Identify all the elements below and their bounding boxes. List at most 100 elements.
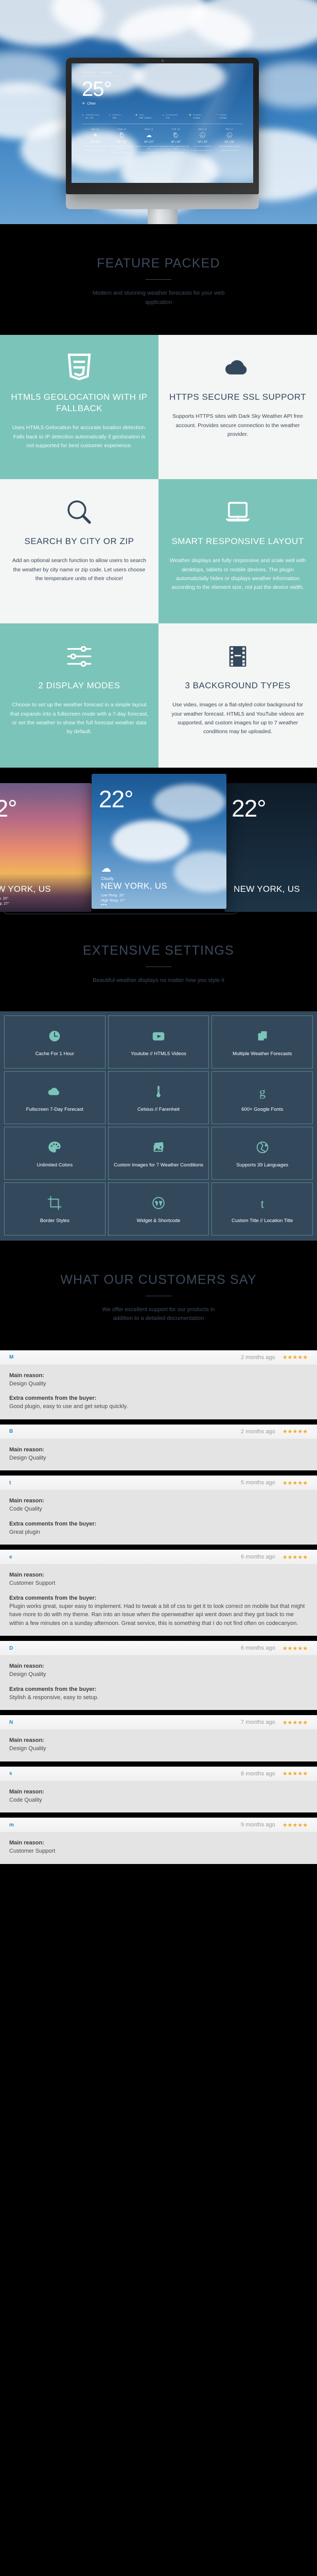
forecast-day-meta: Cloudiness 6.7% | Humidity 75%	[167, 151, 185, 154]
weather-stat-value: 21° | 29°	[85, 116, 94, 119]
testimonial-body: Main reason: Design Quality Extra commen…	[0, 1656, 317, 1710]
mobile-weather-card: 22° 🌤 Mist NEW YORK, US Low Temp. 20° Hi…	[0, 783, 92, 912]
testimonial-comment-label: Extra comments from the buyer:	[9, 1595, 97, 1601]
testimonial-header: s 8 months ago ★★★★★	[0, 1766, 317, 1782]
weather-stat-icon: ☁	[162, 114, 164, 116]
forecast-day-temp: 18° | 24°	[171, 140, 181, 144]
weather-stat-value: 17%	[165, 116, 170, 119]
setting-label: Celsius // Farenheit	[137, 1106, 180, 1112]
cloud-icon	[47, 1082, 62, 1101]
weather-forecast-days: SAT 12 ☀ 20° | 28° CLEAR THROUGHOUT THE …	[82, 128, 243, 154]
weather-forecast-day: THU 17 🌧 16° | 19° RAIN THROUGHOUT THE D…	[216, 128, 243, 154]
testimonial-user[interactable]: s	[9, 1771, 12, 1776]
feature-card: HTTPS SECURE SSL SUPPORT Supports HTTPS …	[158, 335, 317, 480]
html5-icon	[64, 348, 94, 387]
testimonial-user[interactable]: B	[9, 1429, 13, 1434]
testimonial-meta: 9 months ago ★★★★★	[241, 1822, 308, 1828]
testimonial-card: D 6 months ago ★★★★★ Main reason: Design…	[0, 1641, 317, 1710]
layers-icon	[255, 1026, 270, 1046]
testimonial-header: B 2 months ago ★★★★★	[0, 1424, 317, 1439]
testimonial-card: B 2 months ago ★★★★★ Main reason: Design…	[0, 1424, 317, 1471]
forecast-day-temp: 19° | 27°	[144, 140, 154, 144]
weather-forecast-day: SAT 12 ☀ 20° | 28° CLEAR THROUGHOUT THE …	[82, 128, 109, 154]
forecast-day-meta: Cloudiness 8.2% | Humidity 68%	[113, 151, 131, 154]
forecast-day-description: MOSTLY CLOUDY THROUGHOUT THE DAY.	[163, 145, 189, 149]
testimonial-comment-value: Stylish & responsive, easy to setup.	[9, 1694, 99, 1701]
testimonial-user[interactable]: m	[9, 1822, 14, 1828]
setting-card: Border Styles	[4, 1182, 105, 1235]
mobile-condition: Cloudy	[101, 876, 114, 882]
forecast-day-description: MOSTLY CLOUDY THROUGHOUT THE DAY.	[136, 145, 162, 149]
weather-stat: ☁ CLOUDINESS 17%	[163, 114, 189, 119]
testimonial-reason-label: Main reason:	[9, 1840, 44, 1846]
search-icon	[64, 493, 94, 532]
film-icon	[223, 637, 253, 676]
testimonial-user[interactable]: N	[9, 1720, 13, 1725]
testimonial-user[interactable]: D	[9, 1646, 13, 1651]
weather-stat-value: 4:07pm	[220, 116, 227, 119]
globe-icon	[255, 1138, 270, 1157]
testimonial-meta: 2 months ago ★★★★★	[241, 1428, 308, 1435]
forecast-day-temp: 18° | 23°	[198, 140, 208, 144]
testimonial-user[interactable]: M	[9, 1354, 13, 1360]
feature-packed-band: FEATURE PACKED Modern and stunning weath…	[0, 224, 317, 335]
testimonial-timestamp: 2 months ago	[241, 1354, 275, 1361]
weather-location: TOKYO, JAPAN	[82, 72, 113, 75]
weather-stat-label: CLOUDINESS	[165, 114, 178, 116]
feature-description: Supports HTTPS sites with Dark Sky Weath…	[172, 413, 303, 437]
testimonial-header: t 5 months ago ★★★★★	[0, 1476, 317, 1491]
feature-title: 3 BACKGROUND TYPES	[185, 681, 291, 691]
testimonial-user[interactable]: t	[9, 1480, 11, 1486]
testimonial-reason-value: Customer Support	[9, 1848, 56, 1855]
star-rating-icon: ★★★★★	[282, 1354, 308, 1361]
testimonial-reason-value: Design Quality	[9, 1671, 46, 1678]
forecast-day-name: MON 14	[144, 128, 153, 130]
weather-stat: 🌡 TEMPERATURE 21° | 29°	[82, 114, 109, 119]
weather-stats: 🌡 TEMPERATURE 21° | 29° 💧 HUMIDITY 70% 💨 W…	[82, 114, 243, 119]
testimonial-meta: 2 months ago ★★★★★	[241, 1354, 308, 1361]
mobile-weather-card: 22° NEW YORK, US	[224, 783, 317, 912]
testimonial-reason-value: Design Quality	[9, 1454, 46, 1461]
testimonial-header: m 9 months ago ★★★★★	[0, 1818, 317, 1833]
mobile-temperature: 22°	[0, 795, 17, 822]
setting-label: Custom Images for 7 Weather Conditions	[113, 1162, 204, 1168]
testimonial-meta: 7 months ago ★★★★★	[241, 1719, 308, 1726]
forecast-weather-icon: 🌧	[199, 132, 206, 139]
mobile-more-dots[interactable]: •••	[101, 902, 107, 907]
wordpress-icon	[151, 1193, 166, 1213]
weather-stat: 💨 WIND ESE 1.2km/h	[135, 114, 162, 119]
forecast-weather-icon: ☀	[93, 132, 98, 139]
setting-card: Celsius // Farenheit	[108, 1071, 209, 1124]
setting-card: Unlimited Colors	[4, 1126, 105, 1180]
testimonial-user[interactable]: e	[9, 1554, 12, 1560]
testimonial-reason-value: Code Quality	[9, 1797, 42, 1803]
feature-description: Weather displays are fully responsive an…	[169, 557, 306, 591]
settings-grid: Cache For 1 Hour Youtube // HTML5 Videos…	[4, 1015, 313, 1235]
testimonial-header: N 7 months ago ★★★★★	[0, 1715, 317, 1731]
testimonial-comment-label: Extra comments from the buyer:	[9, 1686, 97, 1692]
setting-card: Custom Images for 7 Weather Conditions	[108, 1126, 209, 1180]
testimonial-card: e 6 months ago ★★★★★ Main reason: Custom…	[0, 1550, 317, 1636]
testimonial-reason-label: Main reason:	[9, 1498, 44, 1504]
testimonial-card: s 8 months ago ★★★★★ Main reason: Code Q…	[0, 1766, 317, 1813]
testimonial-reason-label: Main reason:	[9, 1788, 44, 1795]
testimonial-header: D 6 months ago ★★★★★	[0, 1641, 317, 1656]
mobile-temperature: 22°	[232, 795, 267, 822]
forecast-day-temp: 20° | 28°	[90, 140, 100, 144]
setting-label: 600+ Google Fonts	[241, 1106, 284, 1112]
weather-condition-row: ☀ Clear	[82, 101, 243, 106]
testimonial-meta: 5 months ago ★★★★★	[241, 1480, 308, 1486]
mobile-low-temp: Low Temp. 20°	[101, 894, 125, 898]
feature-band-subtitle: Modern and stunning weather forecasts fo…	[92, 290, 225, 306]
star-rating-icon: ★★★★★	[282, 1771, 308, 1777]
testimonial-timestamp: 2 months ago	[241, 1428, 275, 1435]
setting-label: Cache For 1 Hour	[35, 1050, 75, 1057]
cloud-decoration	[153, 784, 225, 821]
star-rating-icon: ★★★★★	[282, 1554, 308, 1561]
forecast-day-meta: Cloudiness 79% | Humidity 77%	[193, 149, 212, 151]
setting-label: Unlimited Colors	[37, 1162, 73, 1168]
crop-icon	[47, 1193, 62, 1213]
clock-icon	[47, 1026, 62, 1046]
setting-card: Multiple Weather Forecasts	[212, 1015, 313, 1069]
